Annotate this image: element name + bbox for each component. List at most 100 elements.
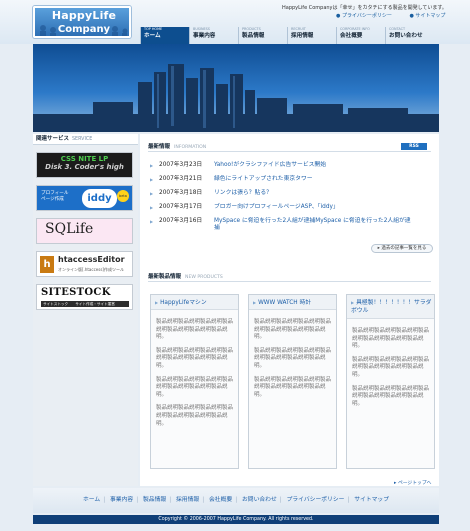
new-products-title: 最新製品情報 bbox=[148, 274, 182, 280]
past-articles-button[interactable]: ▸ 過去の記事一覧を見る bbox=[371, 244, 433, 253]
bullet-arrow-icon: ▶ bbox=[155, 300, 159, 305]
hero-cityscape-image bbox=[33, 44, 439, 132]
product-name: HappyLifeマシン bbox=[160, 300, 207, 306]
banner-sqlife[interactable]: SQLife bbox=[36, 218, 133, 244]
footer-separator: | bbox=[103, 497, 106, 503]
product-paragraph: 製品説明製品説明製品説明製品説明製品説明製品説明製品説明。 bbox=[156, 347, 234, 369]
footer-separator: | bbox=[279, 497, 282, 503]
product-card-header[interactable]: ▶ 具極製！！！！！！！サラダボウル bbox=[347, 295, 434, 319]
page-top-link[interactable]: ▸ ページトップへ bbox=[394, 479, 431, 486]
nav-label: 事業内容 bbox=[193, 33, 216, 39]
site-logo[interactable]: HappyLife Company bbox=[33, 6, 131, 38]
privacy-link[interactable]: ● プライバシーポリシー bbox=[336, 13, 400, 19]
main-content: 最新情報 INFORMATION RSS ▶ 2007年3月23日 Yahoo!が… bbox=[140, 134, 439, 486]
product-paragraph: 製品説明製品説明製品説明製品説明製品説明製品説明製品説明。 bbox=[156, 319, 234, 341]
sidebar-title: 関連サービス SERVICE bbox=[33, 134, 138, 145]
banner-css-nite[interactable]: CSS NITE LP Disk 3. Coder's high bbox=[36, 152, 133, 178]
logo-text-line1: HappyLife bbox=[51, 9, 117, 22]
bullet-arrow-icon: ▶ bbox=[351, 300, 355, 305]
banner-sitestock[interactable]: SITESTOCK サイトストック サイト作成・サイト運営 bbox=[36, 284, 133, 310]
banner-htaccess-editor[interactable]: h htaccessEditor オンライン版[.htaccess]作成ツール bbox=[36, 251, 133, 277]
footer-separator: | bbox=[202, 497, 205, 503]
news-item: ▶ 2007年3月23日 Yahoo!がクラシファイド広告サービス開始 bbox=[150, 162, 435, 176]
banner-css-nite-subtitle: Disk 3. Coder's high bbox=[45, 163, 124, 171]
footer-link-recruit[interactable]: 採用情報 bbox=[176, 497, 199, 503]
product-card-header[interactable]: ▶ HappyLifeマシン bbox=[151, 295, 238, 310]
footer-link-home[interactable]: ホーム bbox=[83, 497, 100, 503]
footer-link-company[interactable]: 会社概要 bbox=[209, 497, 232, 503]
sidebar: 関連サービス SERVICE CSS NITE LP Disk 3. Coder'… bbox=[33, 134, 138, 486]
banner-sitestock-subtitle: サイトストック サイト作成・サイト運営 bbox=[41, 301, 129, 307]
nav-label: 採用情報 bbox=[291, 33, 314, 39]
product-card: ▶ HappyLifeマシン 製品説明製品説明製品説明製品説明製品説明製品説明製品… bbox=[150, 294, 239, 469]
nav-label: 製品情報 bbox=[242, 33, 265, 39]
footer-link-business[interactable]: 事業内容 bbox=[110, 497, 133, 503]
nav-recruit[interactable]: RECRUIT 採用情報 bbox=[287, 27, 336, 44]
product-paragraph: 製品説明製品説明製品説明製品説明製品説明製品説明製品説明。 bbox=[254, 319, 332, 341]
footer-separator: | bbox=[347, 497, 350, 503]
footer-link-contact[interactable]: お問い合わせ bbox=[242, 497, 277, 503]
sitemap-link-label: サイトマップ bbox=[415, 13, 446, 19]
news-title-link[interactable]: Yahoo!がクラシファイド広告サービス開始 bbox=[214, 162, 414, 169]
product-card-header[interactable]: ▶ WWW WATCH 時計 bbox=[249, 295, 336, 310]
news-date: 2007年3月21日 bbox=[159, 176, 203, 182]
banner-css-nite-title: CSS NITE LP bbox=[60, 155, 109, 163]
rss-button[interactable]: RSS bbox=[401, 143, 427, 150]
product-description: 製品説明製品説明製品説明製品説明製品説明製品説明製品説明。 製品説明製品説明製品… bbox=[347, 319, 434, 408]
product-paragraph: 製品説明製品説明製品説明製品説明製品説明製品説明製品説明。 bbox=[254, 376, 332, 398]
news-list: ▶ 2007年3月23日 Yahoo!がクラシファイド広告サービス開始 ▶ 20… bbox=[150, 162, 435, 234]
news-date: 2007年3月23日 bbox=[159, 162, 203, 168]
bullet-arrow-icon: ▶ bbox=[150, 163, 154, 168]
banner-iddy-logo: iddy bbox=[82, 189, 117, 208]
footer-separator: | bbox=[235, 497, 238, 503]
news-item: ▶ 2007年3月17日 ブロガー向けプロフィールページASP、「iddy」 bbox=[150, 204, 435, 218]
banner-iddy[interactable]: プロフィール ページ作成 iddy beta bbox=[36, 185, 133, 211]
skyline-illustration bbox=[33, 64, 439, 132]
news-title-link[interactable]: ブロガー向けプロフィールページASP、「iddy」 bbox=[214, 204, 414, 211]
nav-label: 会社概要 bbox=[340, 33, 363, 39]
site-header: HappyLife Company HappyLife Companyは「幸せ」… bbox=[0, 0, 470, 44]
footer-link-sitemap[interactable]: サイトマップ bbox=[354, 497, 389, 503]
bullet-arrow-icon: ▶ bbox=[150, 191, 154, 196]
bullet-arrow-icon: ▶ bbox=[253, 300, 257, 305]
information-heading: 最新情報 INFORMATION RSS bbox=[148, 142, 431, 152]
footer-separator: | bbox=[169, 497, 172, 503]
banner-iddy-caption: プロフィール ページ作成 bbox=[41, 191, 69, 202]
product-paragraph: 製品説明製品説明製品説明製品説明製品説明製品説明製品説明。 bbox=[352, 385, 430, 407]
header-utility-links: ● プライバシーポリシー ● サイトマップ bbox=[336, 12, 461, 19]
product-name: WWW WATCH 時計 bbox=[258, 300, 312, 306]
news-title-link[interactable]: 緑色にライトアップされた東京タワー bbox=[214, 176, 414, 183]
htaccess-icon: h bbox=[40, 256, 54, 273]
product-paragraph: 製品説明製品説明製品説明製品説明製品説明製品説明製品説明。 bbox=[352, 328, 430, 350]
product-card: ▶ 具極製！！！！！！！サラダボウル 製品説明製品説明製品説明製品説明製品説明製品… bbox=[346, 294, 435, 469]
bullet-arrow-icon: ▶ bbox=[150, 205, 154, 210]
new-products-heading: 最新製品情報 NEW PRODUCTS bbox=[148, 272, 431, 282]
nav-home[interactable]: TOP HOME ホーム bbox=[140, 27, 189, 44]
sidebar-title-en: SERVICE bbox=[72, 137, 93, 142]
nav-label: お問い合わせ bbox=[389, 33, 423, 39]
sitemap-link[interactable]: ● サイトマップ bbox=[409, 13, 453, 19]
logo-text-line2: Company bbox=[57, 24, 111, 35]
news-item: ▶ 2007年3月21日 緑色にライトアップされた東京タワー bbox=[150, 176, 435, 190]
nav-company[interactable]: CORPORATE INFO 会社概要 bbox=[336, 27, 385, 44]
product-cards: ▶ HappyLifeマシン 製品説明製品説明製品説明製品説明製品説明製品説明製品… bbox=[150, 294, 435, 469]
nav-business[interactable]: BUSINESS 事業内容 bbox=[189, 27, 238, 44]
news-item: ▶ 2007年3月18日 リンクは張ら？貼る？ bbox=[150, 190, 435, 204]
banner-htaccess-subtitle: オンライン版[.htaccess]作成ツール bbox=[58, 267, 124, 272]
news-date: 2007年3月17日 bbox=[159, 204, 203, 210]
nav-contact[interactable]: CONTACT お問い合わせ bbox=[385, 27, 434, 44]
page: HappyLife Company HappyLife Companyは「幸せ」… bbox=[0, 0, 470, 531]
bullet-arrow-icon: ▶ bbox=[150, 177, 154, 182]
banner-sqlife-logo: SQLife bbox=[45, 221, 94, 237]
news-title-link[interactable]: MySpace に脅迫を行った2人組が逮捕MySpace に脅迫を行った2人組が… bbox=[214, 218, 414, 232]
footer-link-products[interactable]: 製品情報 bbox=[143, 497, 166, 503]
nav-products[interactable]: PRODUCTS 製品情報 bbox=[238, 27, 287, 44]
news-item: ▶ 2007年3月16日 MySpace に脅迫を行った2人組が逮捕MySpac… bbox=[150, 218, 435, 234]
news-date: 2007年3月16日 bbox=[159, 218, 203, 224]
news-title-link[interactable]: リンクは張ら？貼る？ bbox=[214, 190, 414, 197]
banner-sitestock-title: SITESTOCK bbox=[41, 287, 111, 298]
footer-link-privacy[interactable]: プライバシーポリシー bbox=[287, 497, 345, 503]
information-title-en: INFORMATION bbox=[174, 145, 207, 150]
footer-nav: ホーム | 事業内容 | 製品情報 | 採用情報 | 会社概要 | お問い合わせ | プライ… bbox=[33, 488, 439, 513]
product-paragraph: 製品説明製品説明製品説明製品説明製品説明製品説明製品説明。 bbox=[156, 376, 234, 398]
